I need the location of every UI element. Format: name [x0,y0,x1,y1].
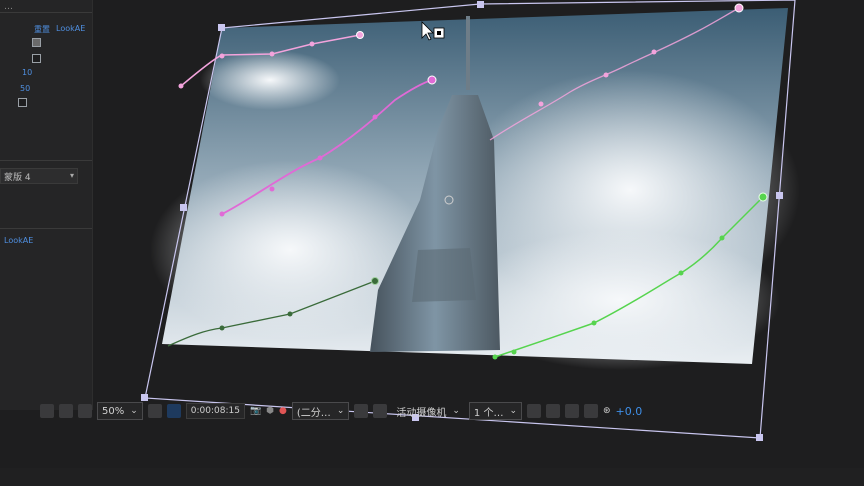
keyframe-point[interactable] [651,49,657,55]
monitor-icon[interactable] [59,404,73,418]
vr-icon[interactable] [78,404,92,418]
chevron-down-icon: ⌄ [452,406,460,416]
reset-exposure-icon[interactable]: ⊛ [603,406,611,416]
keyframe-point[interactable] [356,31,364,39]
view-layout-select[interactable]: 1 个… ⌄ [468,402,522,420]
transform-handle[interactable] [776,192,783,199]
keyframe-point[interactable] [734,3,744,13]
zoom-select[interactable]: 50% ⌄ [97,402,143,420]
camera-view-select-value: 活动摄像机 [396,407,447,419]
cloud [460,230,780,370]
chevron-down-icon: ⌄ [336,406,345,416]
keyframe-point[interactable] [678,270,684,276]
camera-icon[interactable]: 📷 [250,406,261,416]
keyframe-point[interactable] [758,192,768,202]
keyframe-point[interactable] [538,101,544,107]
transform-handle[interactable] [218,24,225,31]
keyframe-point[interactable] [427,75,437,85]
exposure-value[interactable]: +0.0 [616,405,643,418]
chevron-down-icon: ⌄ [509,406,517,416]
color-channels-icon[interactable]: ● [279,406,287,416]
camera-view-select[interactable]: 活动摄像机 ⌄ [392,403,464,419]
keyframe-point[interactable] [603,72,609,78]
resolution-select-value: (二分… [296,407,331,419]
keyframe-point[interactable] [269,186,275,192]
keyframe-point[interactable] [317,155,323,161]
transparency-grid-icon[interactable] [373,404,388,418]
tower-spire [466,16,470,90]
timeline-panel-top [0,468,864,486]
fast-previews-icon[interactable] [546,404,560,418]
transform-handle[interactable] [180,204,187,211]
keyframe-point[interactable] [371,277,379,285]
keyframe-point[interactable] [269,51,275,57]
keyframe-point[interactable] [287,311,293,317]
transform-handle[interactable] [477,1,484,8]
transform-handle[interactable] [756,434,763,441]
keyframe-point[interactable] [511,349,517,355]
view-layout-select-value: 1 个… [473,407,504,419]
keyframe-point[interactable] [591,320,597,326]
composition-panel: 50% ⌄ 0:00:08:15 📷 ⬢ ● (二分… ⌄ 活动摄像机 ⌄ 1 … [0,0,864,486]
keyframe-point[interactable] [219,53,225,59]
keyframe-point[interactable] [492,354,498,360]
toggle-pixel-aspect-icon[interactable] [527,404,541,418]
current-time-display[interactable]: 0:00:08:15 [185,403,245,419]
keyframe-point[interactable] [219,325,225,331]
timeline-icon[interactable] [565,404,579,418]
keyframe-point[interactable] [178,83,184,89]
keyframe-point[interactable] [219,211,225,217]
channel-icon[interactable]: ⬢ [266,406,274,416]
composition-toolbar: 50% ⌄ 0:00:08:15 📷 ⬢ ● (二分… ⌄ 活动摄像机 ⌄ 1 … [40,400,800,422]
flowchart-icon[interactable] [584,404,598,418]
keyframe-point[interactable] [719,235,725,241]
keyframe-point[interactable] [372,114,378,120]
zoom-select-value: 50% [102,405,125,417]
chevron-down-icon: ⌄ [130,406,138,416]
cloud [200,50,340,110]
grid-guide-icon[interactable] [147,404,162,418]
keyframe-point[interactable] [309,41,315,47]
always-preview-icon[interactable] [40,404,54,418]
region-of-interest-icon[interactable] [354,404,369,418]
resolution-select[interactable]: (二分… ⌄ [291,402,350,420]
tower-detail [412,248,476,302]
mask-visibility-icon[interactable] [166,404,181,418]
